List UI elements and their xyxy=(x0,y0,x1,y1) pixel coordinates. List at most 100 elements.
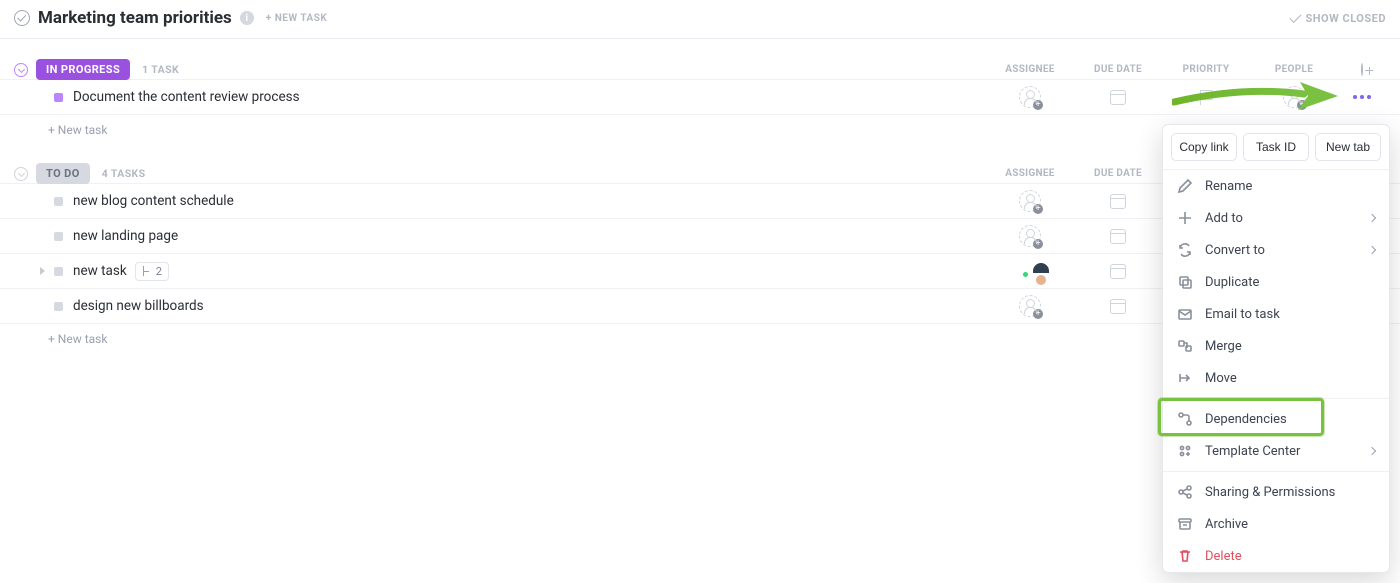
due-date-cell[interactable] xyxy=(1074,229,1162,244)
menu-template-center[interactable]: Template Center xyxy=(1163,435,1389,467)
status-square-icon[interactable] xyxy=(54,267,63,276)
new-task-header-button[interactable]: + NEW TASK xyxy=(266,13,328,24)
task-context-menu: Copy link Task ID New tab Rename Add to … xyxy=(1162,124,1390,573)
share-icon xyxy=(1177,484,1193,500)
task-row[interactable]: Document the content review process + + xyxy=(0,79,1400,115)
task-count: 4 TASKS xyxy=(102,167,146,180)
presence-dot-icon xyxy=(1022,271,1029,278)
mail-icon xyxy=(1177,306,1193,322)
info-icon[interactable]: i xyxy=(240,11,254,25)
menu-delete[interactable]: Delete xyxy=(1163,540,1389,572)
task-title[interactable]: design new billboards xyxy=(73,298,204,314)
new-tab-button[interactable]: New tab xyxy=(1315,133,1381,161)
assignee-placeholder-icon: + xyxy=(1019,86,1041,108)
merge-icon xyxy=(1177,338,1193,354)
assignee-cell[interactable]: + xyxy=(986,86,1074,108)
menu-label: Archive xyxy=(1205,517,1248,532)
chevron-right-icon xyxy=(1368,447,1376,455)
top-bar: Marketing team priorities i + NEW TASK S… xyxy=(0,0,1400,39)
flag-icon xyxy=(1200,90,1213,105)
convert-icon xyxy=(1177,242,1193,258)
assignee-placeholder-icon: + xyxy=(1019,225,1041,247)
task-title[interactable]: new landing page xyxy=(73,228,178,244)
status-square-icon[interactable] xyxy=(54,197,63,206)
menu-label: Move xyxy=(1205,371,1237,386)
move-icon xyxy=(1177,370,1193,386)
col-due-date: DUE DATE xyxy=(1074,64,1162,75)
menu-move[interactable]: Move xyxy=(1163,362,1389,394)
pencil-icon xyxy=(1177,178,1193,194)
menu-label: Delete xyxy=(1205,549,1242,564)
collapse-icon[interactable] xyxy=(14,167,28,181)
due-date-cell[interactable] xyxy=(1074,90,1162,105)
show-closed-toggle[interactable]: SHOW CLOSED xyxy=(1290,12,1386,25)
calendar-icon xyxy=(1110,90,1126,105)
menu-merge[interactable]: Merge xyxy=(1163,330,1389,362)
status-square-icon[interactable] xyxy=(54,93,63,102)
menu-archive[interactable]: Archive xyxy=(1163,508,1389,540)
task-title[interactable]: Document the content review process xyxy=(73,89,300,105)
menu-dependencies[interactable]: Dependencies xyxy=(1163,403,1389,435)
due-date-cell[interactable] xyxy=(1074,264,1162,279)
plus-icon xyxy=(1177,210,1193,226)
assignee-cell[interactable]: + xyxy=(986,190,1074,212)
task-title[interactable]: new task xyxy=(73,263,127,279)
status-circle-icon xyxy=(14,10,30,26)
due-date-cell[interactable] xyxy=(1074,194,1162,209)
status-chip[interactable]: TO DO xyxy=(36,163,90,184)
col-people: PEOPLE xyxy=(1250,64,1338,75)
status-chip[interactable]: IN PROGRESS xyxy=(36,59,130,80)
row-more-button[interactable] xyxy=(1338,95,1386,99)
col-assignee: ASSIGNEE xyxy=(986,168,1074,179)
assignee-cell[interactable]: + xyxy=(986,295,1074,317)
priority-cell[interactable] xyxy=(1162,90,1250,105)
copy-link-button[interactable]: Copy link xyxy=(1171,133,1237,161)
collapse-icon[interactable] xyxy=(14,63,28,77)
template-icon xyxy=(1177,443,1193,459)
task-id-button[interactable]: Task ID xyxy=(1243,133,1309,161)
assignee-cell[interactable]: + xyxy=(986,225,1074,247)
expand-caret-icon[interactable] xyxy=(40,267,45,275)
calendar-icon xyxy=(1110,229,1126,244)
assignee-placeholder-icon: + xyxy=(1019,190,1041,212)
menu-label: Merge xyxy=(1205,339,1242,354)
assignee-placeholder-icon: + xyxy=(1019,295,1041,317)
menu-rename[interactable]: Rename xyxy=(1163,170,1389,202)
menu-label: Template Center xyxy=(1205,444,1300,459)
menu-convert-to[interactable]: Convert to xyxy=(1163,234,1389,266)
add-column-button[interactable] xyxy=(1338,64,1386,75)
group-header: IN PROGRESS 1 TASK ASSIGNEE DUE DATE PRI… xyxy=(0,59,1400,80)
menu-label: Add to xyxy=(1205,211,1243,226)
menu-label: Rename xyxy=(1205,179,1252,194)
task-count: 1 TASK xyxy=(142,63,179,76)
col-due-date: DUE DATE xyxy=(1074,168,1162,179)
assignee-placeholder-icon: + xyxy=(1283,86,1305,108)
menu-email-to-task[interactable]: Email to task xyxy=(1163,298,1389,330)
column-headers: ASSIGNEE DUE DATE PRIORITY PEOPLE xyxy=(986,64,1386,75)
plus-icon xyxy=(1361,63,1363,76)
menu-duplicate[interactable]: Duplicate xyxy=(1163,266,1389,298)
chevron-right-icon xyxy=(1368,246,1376,254)
subtask-badge[interactable]: 2 xyxy=(135,262,169,281)
menu-add-to[interactable]: Add to xyxy=(1163,202,1389,234)
tree-icon xyxy=(142,266,152,276)
more-dots-icon xyxy=(1353,95,1371,99)
status-square-icon[interactable] xyxy=(54,302,63,311)
menu-label: Duplicate xyxy=(1205,275,1259,290)
menu-sharing[interactable]: Sharing & Permissions xyxy=(1163,476,1389,508)
page-title: Marketing team priorities xyxy=(38,8,232,28)
status-square-icon[interactable] xyxy=(54,232,63,241)
calendar-icon xyxy=(1110,299,1126,314)
calendar-icon xyxy=(1110,264,1126,279)
menu-label: Email to task xyxy=(1205,307,1280,322)
trash-icon xyxy=(1177,548,1193,564)
check-icon xyxy=(1289,10,1301,22)
task-title[interactable]: new blog content schedule xyxy=(73,193,234,209)
duplicate-icon xyxy=(1177,274,1193,290)
menu-label: Convert to xyxy=(1205,243,1265,258)
col-priority: PRIORITY xyxy=(1162,64,1250,75)
due-date-cell[interactable] xyxy=(1074,299,1162,314)
people-cell[interactable]: + xyxy=(1250,86,1338,108)
chevron-right-icon xyxy=(1368,214,1376,222)
archive-icon xyxy=(1177,516,1193,532)
